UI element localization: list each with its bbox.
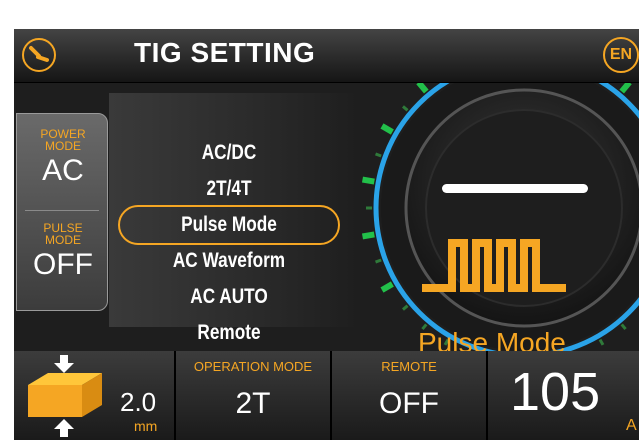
thickness-unit: mm [134, 418, 158, 434]
dial-tick [402, 304, 409, 311]
pulse-mode-label-2: MODE [45, 233, 81, 247]
selector-dial[interactable] [352, 83, 639, 351]
menu-item-2t-4t[interactable]: 2T/4T [139, 177, 319, 201]
current-unit: A [626, 417, 637, 434]
dial-tick [361, 176, 375, 185]
thickness-cell[interactable]: 2.0 mm [14, 351, 176, 440]
current-value: 105 [510, 362, 601, 422]
operation-mode-label: OPERATION MODE [193, 359, 313, 374]
dial-tick [620, 323, 627, 330]
remote-value: OFF [379, 387, 439, 420]
menu-item-ac-dc[interactable]: AC/DC [139, 141, 319, 165]
operation-mode-cell[interactable]: OPERATION MODE 2T [176, 351, 332, 440]
main-panel: POWER MODE AC PULSE MODE OFF AC/DC 2T/4T… [14, 83, 639, 358]
torch-icon[interactable] [22, 38, 56, 72]
dial-tick [375, 152, 382, 158]
dial-indicator-bar [442, 184, 588, 193]
tig-setting-screen: TIG SETTING EN POWER MODE AC PULSE MODE … [14, 29, 639, 440]
menu-item-ac-auto[interactable]: AC AUTO [139, 285, 319, 309]
menu-item-pulse-mode[interactable]: Pulse Mode [139, 213, 319, 237]
menu-item-ac-waveform[interactable]: AC Waveform [139, 249, 319, 273]
menu-item-remote[interactable]: Remote [139, 321, 319, 345]
dial-tick [361, 231, 375, 240]
remote-label: REMOTE [381, 359, 437, 374]
power-mode-value: AC [42, 154, 84, 187]
pulse-mode-value: OFF [33, 248, 93, 281]
operation-mode-value: 2T [235, 387, 271, 420]
dial-tick [375, 258, 382, 264]
current-cell[interactable]: 105 A [488, 351, 639, 440]
top-bar: TIG SETTING EN [14, 29, 639, 83]
status-divider [25, 210, 99, 211]
dial-tick [416, 83, 429, 94]
power-mode-label-2: MODE [45, 139, 81, 153]
dial-tick [380, 123, 394, 135]
language-button[interactable]: EN [603, 37, 639, 73]
mode-status-panel: POWER MODE AC PULSE MODE OFF [16, 113, 108, 311]
dial-tick [598, 338, 605, 346]
dial-tick [402, 105, 409, 112]
dial-tick [380, 281, 394, 293]
plate-thickness-icon [28, 355, 102, 437]
thickness-value: 2.0 [120, 387, 157, 417]
dial-tick [619, 83, 632, 94]
remote-cell[interactable]: REMOTE OFF [332, 351, 488, 440]
page-title: TIG SETTING [134, 37, 316, 68]
torch-icon-glyph [29, 46, 49, 62]
bottom-status-bar: 2.0 mm OPERATION MODE 2T REMOTE OFF 105 … [14, 351, 639, 440]
